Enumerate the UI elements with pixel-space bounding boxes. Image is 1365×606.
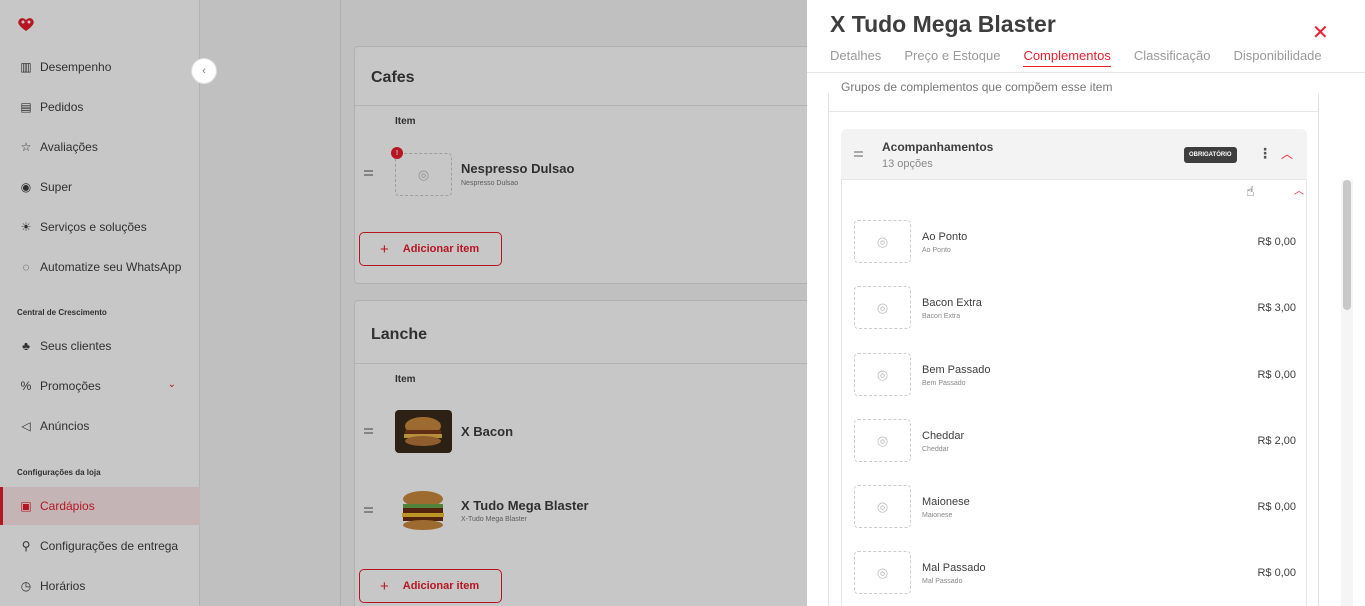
group-option-count: 13 opções — [882, 158, 933, 170]
option-subtitle: Bem Passado — [922, 380, 966, 387]
complement-group-header[interactable]: Acompanhamentos 13 opções OBRIGATÓRIO ⋮ … — [841, 129, 1307, 180]
hand-cursor-icon: ☝ — [1246, 183, 1255, 199]
item-detail-panel: X Tudo Mega Blaster ✕ Detalhes Preço e E… — [807, 0, 1365, 606]
panel-title: X Tudo Mega Blaster — [830, 11, 1056, 37]
divider — [829, 111, 1318, 112]
option-subtitle: Maionese — [922, 512, 953, 519]
option-subtitle: Bacon Extra — [922, 313, 961, 320]
camera-icon[interactable]: ◎ — [854, 220, 911, 263]
option-name: Cheddar — [922, 430, 965, 442]
tab-complementos[interactable]: Complementos — [1023, 48, 1111, 67]
modal-backdrop[interactable] — [0, 0, 807, 606]
tab-disponibilidade[interactable]: Disponibilidade — [1233, 48, 1321, 67]
option-subtitle: Ao Ponto — [922, 247, 951, 254]
chevron-left-icon[interactable]: ‹ — [191, 58, 217, 84]
option-subtitle: Mal Passado — [922, 578, 963, 585]
chevron-up-icon[interactable]: ︿ — [1294, 182, 1304, 197]
chevron-up-icon[interactable]: ︿ — [1281, 145, 1293, 162]
camera-icon[interactable]: ◎ — [854, 353, 911, 396]
option-price: R$ 0,00 — [1257, 236, 1296, 248]
option-name: Ao Ponto — [922, 231, 968, 243]
option-price: R$ 2,00 — [1257, 435, 1296, 447]
option-name: Bacon Extra — [922, 297, 982, 309]
camera-icon[interactable]: ◎ — [854, 286, 911, 329]
intro-text: Grupos de complementos que compõem esse … — [841, 80, 1113, 94]
camera-icon[interactable]: ◎ — [854, 419, 911, 462]
tab-preco-estoque[interactable]: Preço e Estoque — [904, 48, 1000, 67]
panel-scroll-area[interactable]: Grupos de complementos que compõem esse … — [807, 73, 1365, 606]
option-price: R$ 0,00 — [1257, 369, 1296, 381]
complement-options-list: ☝ ︿ ◎ Ao Ponto Ao Ponto R$ 0,00 ◎ Bacon … — [841, 180, 1307, 606]
close-icon[interactable]: ✕ — [1312, 20, 1329, 45]
tab-bar: Detalhes Preço e Estoque Complementos Cl… — [830, 48, 1345, 67]
camera-icon[interactable]: ◎ — [854, 551, 911, 594]
option-name: Mal Passado — [922, 562, 986, 574]
option-price: R$ 0,00 — [1257, 501, 1296, 513]
required-badge: OBRIGATÓRIO — [1184, 147, 1237, 163]
option-price: R$ 0,00 — [1257, 567, 1296, 579]
option-price: R$ 3,00 — [1257, 302, 1296, 314]
group-name: Acompanhamentos — [882, 140, 994, 154]
vertical-scrollbar[interactable] — [1341, 180, 1353, 606]
option-name: Maionese — [922, 496, 970, 508]
tab-detalhes[interactable]: Detalhes — [830, 48, 881, 67]
camera-icon[interactable]: ◎ — [854, 485, 911, 528]
scrollbar-thumb[interactable] — [1343, 180, 1351, 310]
more-options-icon[interactable]: ⋮ — [1258, 145, 1272, 162]
tab-classificacao[interactable]: Classificação — [1134, 48, 1211, 67]
drag-handle-icon[interactable] — [854, 151, 863, 157]
option-name: Bem Passado — [922, 364, 991, 376]
option-subtitle: Cheddar — [922, 446, 949, 453]
